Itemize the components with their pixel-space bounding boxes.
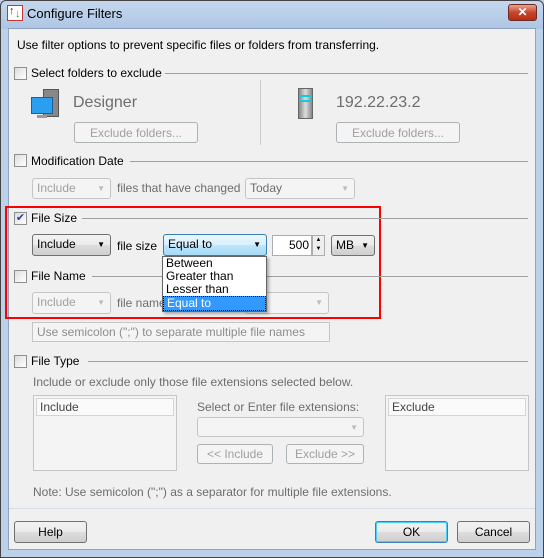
computer-icon: [31, 89, 61, 121]
select-extensions-label: Select or Enter file extensions:: [197, 400, 360, 414]
file-type-checkbox[interactable]: [14, 355, 27, 368]
include-extension-button[interactable]: << Include: [197, 444, 273, 464]
folders-label: Select folders to exclude: [31, 66, 162, 80]
chevron-down-icon: ▼: [350, 423, 358, 432]
divider: [88, 361, 528, 362]
remote-computer-name: 192.22.23.2: [336, 94, 421, 111]
server-icon: [298, 88, 313, 119]
file-name-mode-select[interactable]: Include ▼: [32, 292, 111, 314]
file-name-mode-value: Include: [37, 295, 76, 309]
mod-date-period-value: Today: [250, 181, 283, 195]
file-size-value-input[interactable]: 500: [272, 235, 312, 256]
file-type-label: File Type: [31, 354, 80, 368]
cancel-button[interactable]: Cancel: [457, 521, 530, 543]
chevron-down-icon: ▼: [253, 240, 261, 249]
exclude-extension-button[interactable]: Exclude >>: [286, 444, 364, 464]
file-size-checkbox[interactable]: ✔: [14, 212, 27, 225]
divider: [92, 276, 528, 277]
exclude-remote-folders-button[interactable]: Exclude folders...: [336, 122, 460, 143]
divider: [165, 73, 528, 74]
mod-date-text: files that have changed: [117, 181, 241, 195]
chevron-down-icon: ▼: [97, 298, 105, 307]
file-size-comparison-select[interactable]: Equal to ▼: [163, 234, 267, 256]
mod-date-mode-select[interactable]: Include ▼: [32, 178, 111, 199]
file-name-text: file name: [117, 296, 166, 310]
divider: [82, 218, 528, 219]
ok-button[interactable]: OK: [375, 521, 448, 543]
option-lesser-than[interactable]: Lesser than: [163, 283, 266, 296]
file-type-description: Include or exclude only those file exten…: [33, 375, 354, 389]
folders-checkbox[interactable]: [14, 67, 27, 80]
file-name-label: File Name: [31, 269, 86, 283]
help-button[interactable]: Help: [14, 521, 87, 543]
spin-down-icon[interactable]: ▼: [313, 245, 324, 254]
extensions-combo[interactable]: ▼: [197, 417, 364, 437]
spin-up-icon[interactable]: ▲: [313, 236, 324, 245]
mod-date-period-select[interactable]: Today ▼: [245, 178, 355, 199]
file-size-mode-value: Include: [37, 237, 76, 251]
include-extensions-list[interactable]: Include: [33, 395, 177, 471]
exclude-extensions-list[interactable]: Exclude: [385, 395, 529, 471]
file-size-spinner[interactable]: ▲ ▼: [312, 235, 325, 256]
comparison-dropdown-list: Between Greater than Lesser than Equal t…: [162, 256, 267, 312]
app-icon: ↑ ↓: [7, 5, 23, 21]
local-computer-name: Designer: [73, 94, 138, 111]
divider: [260, 80, 261, 145]
file-size-text: file size: [117, 239, 158, 253]
chevron-down-icon: ▼: [341, 184, 349, 193]
modification-date-checkbox[interactable]: [14, 154, 27, 167]
option-equal-to[interactable]: Equal to: [163, 296, 266, 311]
mod-date-mode-value: Include: [37, 181, 76, 195]
chevron-down-icon: ▼: [97, 240, 105, 249]
file-size-mode-select[interactable]: Include ▼: [32, 234, 111, 256]
chevron-down-icon: ▼: [315, 298, 323, 307]
close-button[interactable]: ✕: [508, 4, 537, 21]
intro-text: Use filter options to prevent specific f…: [17, 38, 380, 52]
exclude-local-folders-button[interactable]: Exclude folders...: [74, 122, 198, 143]
exclude-list-header: Exclude: [388, 398, 526, 416]
chevron-down-icon: ▼: [361, 241, 369, 250]
include-list-header: Include: [36, 398, 174, 416]
modification-date-label: Modification Date: [31, 154, 124, 168]
file-size-comparison-value: Equal to: [168, 237, 213, 251]
chevron-down-icon: ▼: [97, 184, 105, 193]
file-names-input[interactable]: Use semicolon (";") to separate multiple…: [32, 322, 330, 342]
file-size-label: File Size: [31, 211, 78, 225]
file-size-unit-select[interactable]: MB ▼: [331, 235, 375, 256]
file-size-unit-value: MB: [336, 238, 354, 252]
file-type-note: Note: Use semicolon (";") as a separator…: [33, 485, 392, 499]
footer-divider: [9, 508, 535, 509]
window-title: Configure Filters: [27, 6, 123, 21]
file-name-checkbox[interactable]: [14, 270, 27, 283]
divider: [130, 161, 528, 162]
